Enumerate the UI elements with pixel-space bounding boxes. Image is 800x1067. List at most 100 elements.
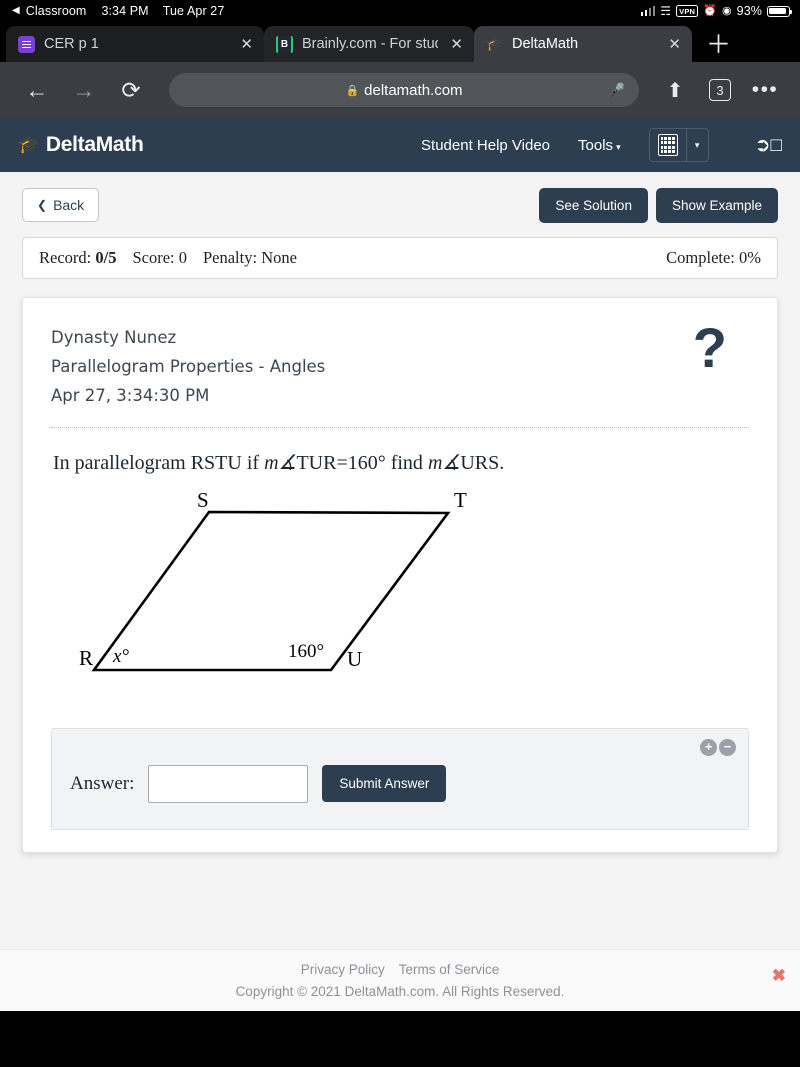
assignment-title: Parallelogram Properties - Angles — [51, 356, 326, 376]
vertex-label-r: R — [79, 646, 93, 670]
question-find: URS. — [460, 451, 505, 474]
device-screen: ◀ Classroom 3:34 PM Tue Apr 27 ☴ VPN ⏰ ◉… — [0, 0, 800, 1067]
new-tab-button[interactable]: ＋ — [692, 33, 743, 62]
score-value: 0 — [178, 248, 187, 267]
address-bar-url: deltamath.com — [364, 81, 463, 99]
calculator-keys — [660, 137, 675, 153]
problem-card: Dynasty Nunez Parallelogram Properties -… — [22, 297, 778, 853]
calculator-button[interactable] — [650, 129, 686, 161]
close-icon[interactable]: ✖ — [772, 966, 786, 986]
penalty-stat: Penalty: None — [203, 248, 297, 268]
back-to-app-arrow-icon[interactable]: ◀ — [12, 6, 20, 16]
navbar-links: Student Help Video Tools ▾ ▾ ➲□ — [421, 128, 782, 162]
score-stat: Score: 0 — [132, 248, 187, 268]
reload-icon[interactable]: ⟳ — [110, 78, 152, 102]
browser-tab-strip: CER p 1 ✕ B Brainly.com - For student ✕ … — [0, 22, 800, 62]
question-given: TUR=160° — [296, 451, 386, 474]
student-help-video-link[interactable]: Student Help Video — [421, 137, 550, 154]
back-button-label: Back — [53, 197, 85, 213]
parallelogram-diagram: R S T U x° 160° — [79, 488, 467, 671]
question-prefix: In parallelogram RSTU if — [53, 451, 265, 474]
tab-title: CER p 1 — [44, 36, 99, 52]
status-bar-left: ◀ Classroom 3:34 PM Tue Apr 27 — [12, 4, 224, 18]
status-bar-time: 3:34 PM — [101, 4, 149, 18]
figure-zoom-controls: + − — [700, 738, 736, 756]
ios-status-bar: ◀ Classroom 3:34 PM Tue Apr 27 ☴ VPN ⏰ ◉… — [0, 0, 800, 22]
tab-count-button[interactable]: 3 — [709, 79, 731, 101]
calculator-group: ▾ — [648, 128, 709, 162]
close-tab-icon[interactable]: ✕ — [447, 35, 466, 53]
score-label: Score: — [132, 248, 175, 267]
divider — [51, 426, 749, 428]
calculator-icon — [657, 134, 678, 156]
microphone-icon[interactable]: 🎤 — [608, 82, 625, 99]
vertex-labels: R S T U — [79, 488, 467, 671]
forward-arrow-icon[interactable]: → — [63, 78, 105, 102]
penalty-value: None — [261, 248, 297, 267]
record-stat: Record: 0/5 — [39, 248, 116, 268]
status-bar-right: ☴ VPN ⏰ ◉ 93% — [640, 4, 792, 18]
back-button[interactable]: ❮ Back — [22, 188, 100, 222]
graduation-cap-icon: 🎓 — [18, 135, 39, 154]
penalty-label: Penalty: — [202, 248, 258, 267]
tools-menu[interactable]: Tools ▾ — [578, 137, 621, 154]
wifi-icon: ☴ — [660, 4, 672, 18]
vpn-badge-icon: VPN — [676, 5, 699, 17]
alarm-icon: ⏰ — [703, 4, 717, 17]
measure-symbol-1: m∡ — [264, 451, 297, 474]
close-tab-icon[interactable]: ✕ — [237, 35, 256, 53]
browser-tab-brainly[interactable]: B Brainly.com - For student ✕ — [264, 26, 474, 62]
page-footer: Privacy Policy Terms of Service Copyrigh… — [0, 949, 800, 1011]
more-menu-icon[interactable]: ••• — [746, 78, 784, 102]
problem-toolbar: ❮ Back See Solution Show Example — [22, 188, 778, 223]
vertex-label-s: S — [197, 488, 209, 512]
answer-input[interactable] — [148, 764, 309, 803]
tab-title: DeltaMath — [512, 36, 579, 52]
tools-label: Tools — [578, 136, 614, 154]
see-solution-button[interactable]: See Solution — [539, 188, 648, 223]
terms-of-service-link[interactable]: Terms of Service — [399, 962, 500, 977]
question-mid: find — [385, 451, 428, 474]
answer-panel: + − Answer: Submit Answer — [51, 727, 749, 830]
parallelogram-shape — [91, 510, 451, 671]
privacy-policy-link[interactable]: Privacy Policy — [301, 962, 385, 977]
problem-meta: Dynasty Nunez Parallelogram Properties -… — [51, 324, 325, 411]
address-bar[interactable]: 🔒 deltamath.com 🎤 — [169, 73, 639, 107]
help-question-mark-icon[interactable]: ? — [693, 320, 749, 376]
battery-icon — [767, 5, 792, 17]
zoom-in-icon[interactable]: + — [700, 738, 717, 756]
show-example-button[interactable]: Show Example — [655, 188, 778, 223]
problem-actions: See Solution Show Example — [539, 188, 778, 223]
back-arrow-icon[interactable]: ← — [16, 78, 58, 102]
page-viewport: 🎓 DeltaMath Student Help Video Tools ▾ ▾… — [0, 118, 800, 1011]
submit-answer-button[interactable]: Submit Answer — [322, 765, 447, 803]
angle-labels: x° 160° — [112, 641, 324, 667]
browser-tab-cer-p-1[interactable]: CER p 1 ✕ — [6, 26, 264, 62]
browser-tab-deltamath[interactable]: 🎓 DeltaMath ✕ — [474, 26, 692, 62]
logout-icon[interactable]: ➲□ — [755, 134, 782, 157]
record-bar: Record: 0/5 Score: 0 Penalty: None Compl… — [22, 237, 778, 279]
back-to-app-label[interactable]: Classroom — [26, 4, 87, 18]
deltamath-logo[interactable]: 🎓 DeltaMath — [18, 133, 144, 157]
close-tab-icon[interactable]: ✕ — [665, 35, 684, 53]
share-icon[interactable]: ⬆ — [656, 78, 694, 103]
deltamath-icon: 🎓 — [486, 36, 503, 51]
deltamath-navbar: 🎓 DeltaMath Student Help Video Tools ▾ ▾… — [0, 118, 800, 172]
brand-name: DeltaMath — [45, 133, 144, 156]
record-stats: Record: 0/5 Score: 0 Penalty: None — [39, 248, 297, 268]
question-text: In parallelogram RSTU if m∡TUR=160° find… — [51, 450, 749, 475]
forms-icon — [18, 35, 35, 53]
record-label: Record: — [39, 248, 92, 267]
calculator-dropdown-toggle[interactable]: ▾ — [685, 129, 708, 161]
vertex-label-t: T — [454, 488, 467, 512]
chevron-left-icon: ❮ — [37, 198, 48, 212]
measure-symbol-2: m∡ — [427, 451, 461, 474]
zoom-out-icon[interactable]: − — [719, 738, 736, 756]
problem-timestamp: Apr 27, 3:34:30 PM — [51, 385, 210, 405]
complete-percentage: Complete: 0% — [666, 248, 761, 267]
page-content: ❮ Back See Solution Show Example Record:… — [0, 172, 800, 853]
angle-label-at-u: 160° — [288, 641, 324, 662]
browser-toolbar: ← → ⟳ 🔒 deltamath.com 🎤 ⬆ 3 ••• — [0, 62, 800, 118]
problem-header: Dynasty Nunez Parallelogram Properties -… — [51, 320, 749, 411]
angle-label-at-r: x° — [112, 646, 129, 667]
